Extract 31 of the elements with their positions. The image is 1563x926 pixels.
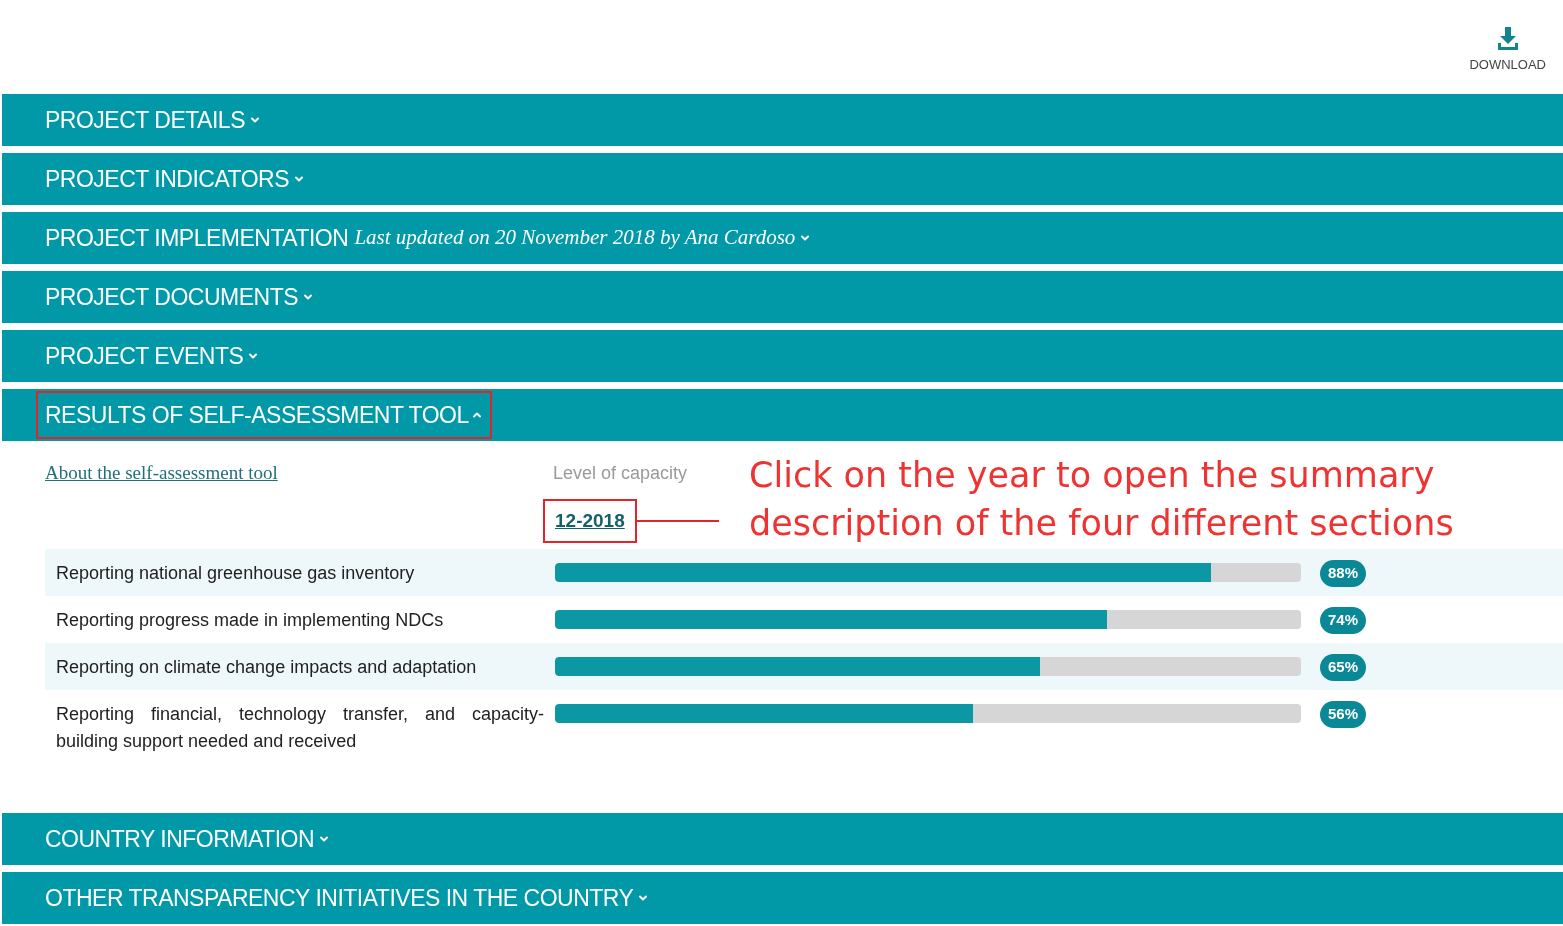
section-title: PROJECT DETAILS (45, 105, 245, 135)
section-title: COUNTRY INFORMATION (45, 824, 315, 854)
download-icon (1495, 26, 1520, 52)
section-title: OTHER TRANSPARENCY INITIATIVES IN THE COUNTRY (45, 883, 634, 913)
section-title: PROJECT DOCUMENTS (45, 282, 299, 312)
percent-badge: 88% (1320, 560, 1366, 587)
about-link[interactable]: About the self-assessment tool (45, 462, 278, 483)
row-label: Reporting national greenhouse gas inventory (55, 562, 416, 585)
level-heading: Level of capacity (553, 462, 689, 485)
section-title: PROJECT IMPLEMENTATION (45, 223, 349, 253)
section-header[interactable]: COUNTRY INFORMATION (2, 813, 1563, 865)
download-button[interactable]: DOWNLOAD (1469, 26, 1546, 75)
section-subtitle: Last updated on 20 November 2018 by Ana Cardoso (354, 224, 796, 252)
section-header[interactable]: PROJECT DOCUMENTS (2, 271, 1563, 323)
row-label: Reporting progress made in implementing NDCs (55, 609, 445, 632)
section-title: PROJECT EVENTS (45, 341, 244, 371)
annotation-text: Click on the year to open the summary description of the four different sections (749, 454, 1455, 545)
percent-badge: 56% (1320, 701, 1366, 728)
section-title: RESULTS OF SELF-ASSESSMENT TOOL (45, 400, 469, 430)
section-title: PROJECT INDICATORS (45, 164, 290, 194)
percent-badge: 65% (1320, 654, 1366, 681)
section-header[interactable]: RESULTS OF SELF-ASSESSMENT TOOL (2, 389, 1563, 441)
section-header[interactable]: PROJECT IMPLEMENTATION Last updated on 20 November 2018 by Ana Cardoso (2, 212, 1563, 264)
row-label: Reporting on climate change impacts and adaptation (55, 656, 478, 679)
section-header[interactable]: PROJECT INDICATORS (2, 153, 1563, 205)
section-header[interactable]: PROJECT DETAILS (2, 94, 1563, 146)
percent-badge: 74% (1320, 607, 1366, 634)
year-link[interactable]: 12-2018 (543, 499, 637, 543)
row-label: Reporting financial, technology transfer, and capacity-building support needed and received (55, 703, 545, 753)
section-header[interactable]: OTHER TRANSPARENCY INITIATIVES IN THE COUNTRY (2, 872, 1563, 924)
section-header[interactable]: PROJECT EVENTS (2, 330, 1563, 382)
